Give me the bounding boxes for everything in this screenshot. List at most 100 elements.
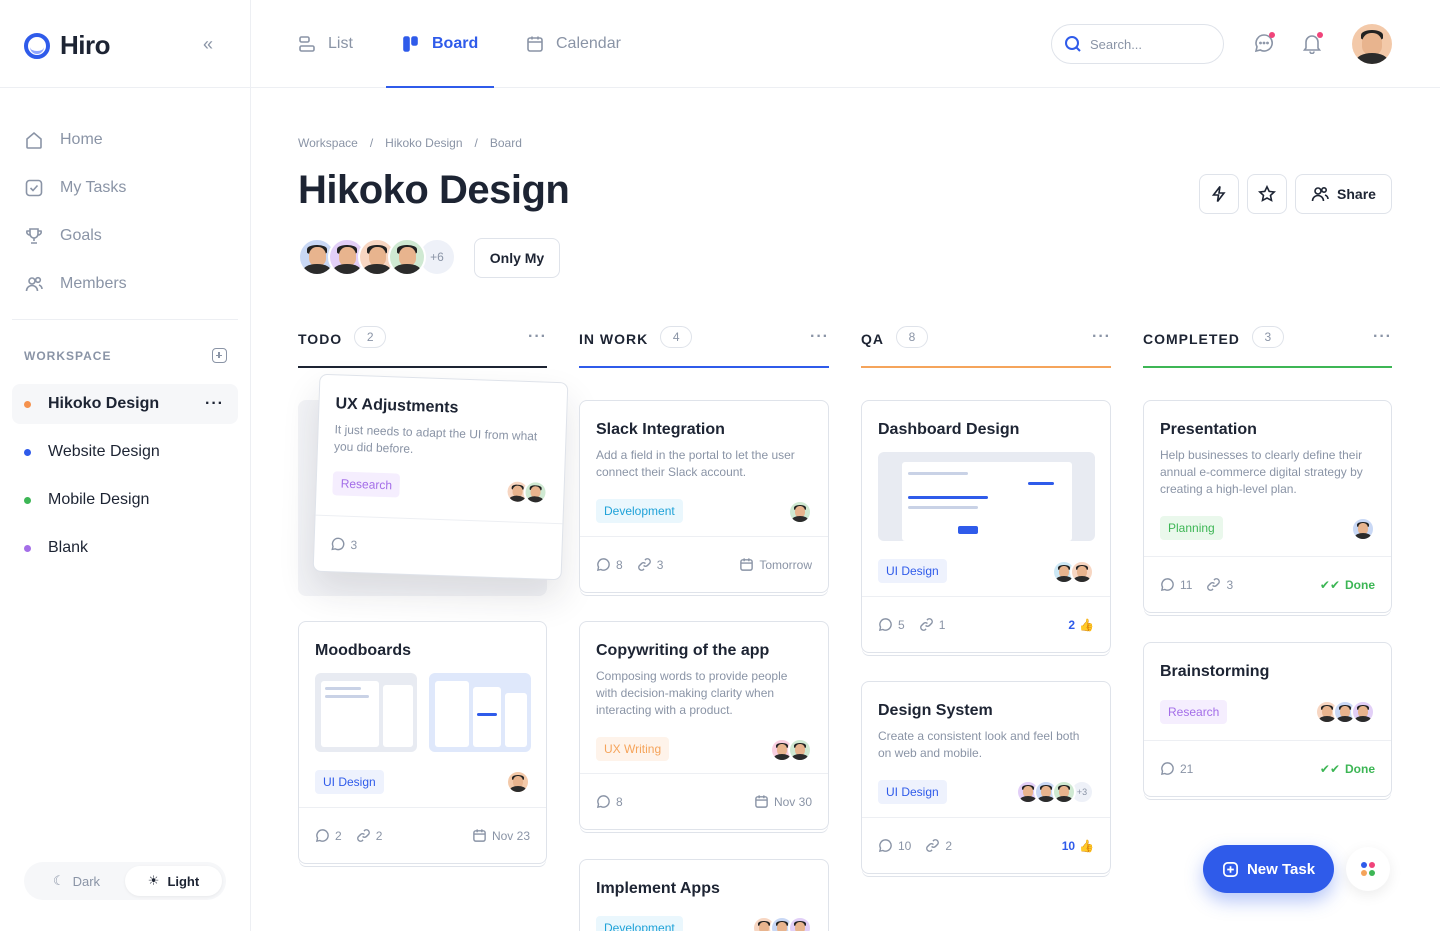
member-avatars[interactable]: +6 bbox=[298, 238, 456, 276]
nav-item-goals[interactable]: Goals bbox=[24, 212, 239, 260]
card-description: Create a consistent look and feel both o… bbox=[878, 729, 1080, 760]
task-card-copywriting[interactable]: Copywriting of the app Composing words t… bbox=[579, 621, 829, 830]
automation-button[interactable] bbox=[1199, 174, 1239, 214]
workspace-label: Hikoko Design bbox=[48, 395, 160, 412]
member-avatar bbox=[388, 238, 426, 276]
tab-calendar[interactable]: Calendar bbox=[526, 0, 621, 88]
column-header-todo: TODO 2 ··· bbox=[298, 326, 547, 368]
assignee-avatar bbox=[788, 500, 812, 524]
comments-count: 3 bbox=[330, 536, 358, 552]
card-description: Add a field in the portal to let the use… bbox=[596, 448, 795, 479]
only-my-filter-button[interactable]: Only My bbox=[474, 238, 560, 278]
more-options-icon[interactable]: ··· bbox=[528, 328, 547, 346]
more-options-icon[interactable]: ··· bbox=[205, 395, 224, 413]
task-card-ux-adjustments[interactable]: UX Adjustments It just needs to adapt th… bbox=[312, 373, 569, 581]
breadcrumb-hikoko-design[interactable]: Hikoko Design bbox=[385, 136, 462, 150]
user-avatar[interactable] bbox=[1352, 24, 1392, 64]
logo[interactable]: Hiro bbox=[24, 30, 111, 61]
theme-dark-option[interactable]: ☾ Dark bbox=[28, 866, 125, 896]
card-tag: Research bbox=[1160, 700, 1228, 724]
workspace-item-blank[interactable]: Blank bbox=[12, 528, 238, 568]
notifications-button[interactable] bbox=[1301, 32, 1323, 55]
theme-light-option[interactable]: ☀ Light bbox=[125, 866, 222, 896]
trophy-icon bbox=[26, 228, 42, 244]
apps-grid-icon[interactable] bbox=[1346, 847, 1390, 891]
card-title: Moodboards bbox=[315, 642, 411, 659]
notification-dot bbox=[1317, 32, 1323, 38]
assignee-avatar bbox=[1052, 780, 1076, 804]
messages-button[interactable] bbox=[1253, 32, 1275, 54]
likes-count[interactable]: 10 👍 bbox=[1062, 839, 1094, 853]
tab-board[interactable]: Board bbox=[385, 0, 495, 88]
task-card-moodboards[interactable]: Moodboards UI Design 2 2 Nov 23 bbox=[298, 621, 547, 864]
task-card-brainstorming[interactable]: Brainstorming Research 21 ✔✔ Done bbox=[1143, 642, 1392, 797]
task-card-presentation[interactable]: Presentation Help businesses to clearly … bbox=[1143, 400, 1392, 613]
nav-label: Goals bbox=[60, 227, 102, 244]
card-description: It just needs to adapt the UI from what … bbox=[333, 422, 538, 457]
link-icon bbox=[356, 829, 370, 842]
links-count: 1 bbox=[919, 617, 945, 632]
task-card-design-system[interactable]: Design System Create a consistent look a… bbox=[861, 681, 1111, 874]
card-footer: 21 ✔✔ Done bbox=[1144, 740, 1391, 796]
nav-item-members[interactable]: Members bbox=[24, 260, 239, 308]
links-count: 2 bbox=[356, 828, 382, 843]
workspace-dot bbox=[24, 448, 31, 456]
favorite-button[interactable] bbox=[1247, 174, 1287, 214]
logo-icon bbox=[24, 32, 50, 59]
breadcrumb-workspace[interactable]: Workspace bbox=[298, 136, 358, 150]
comment-icon bbox=[331, 537, 345, 551]
task-card-dashboard-design[interactable]: Dashboard Design UI Design 5 1 2 👍 bbox=[861, 400, 1111, 653]
card-tag: Research bbox=[332, 471, 401, 498]
checkbox-icon bbox=[25, 179, 43, 197]
task-card-implement-apps[interactable]: Implement Apps Development bbox=[579, 859, 829, 931]
comments-count: 10 bbox=[878, 838, 911, 853]
more-options-icon[interactable]: ··· bbox=[1092, 328, 1111, 346]
comment-icon bbox=[596, 795, 610, 809]
workspace-item-mobile-design[interactable]: Mobile Design bbox=[12, 480, 238, 520]
share-label: Share bbox=[1337, 186, 1376, 202]
new-task-button[interactable]: New Task bbox=[1203, 845, 1334, 893]
card-footer: 10 2 10 👍 bbox=[862, 817, 1110, 873]
workspace-dot bbox=[24, 544, 31, 552]
link-icon bbox=[919, 618, 933, 631]
more-options-icon[interactable]: ··· bbox=[810, 328, 829, 346]
card-assignees bbox=[506, 770, 530, 794]
divider bbox=[0, 87, 251, 88]
column-underline bbox=[298, 366, 547, 368]
card-title: Implement Apps bbox=[596, 880, 720, 897]
card-assignees bbox=[770, 738, 812, 762]
tab-label: List bbox=[328, 35, 353, 52]
task-card-slack-integration[interactable]: Slack Integration Add a field in the por… bbox=[579, 400, 829, 593]
search-box[interactable] bbox=[1051, 24, 1224, 64]
share-button[interactable]: Share bbox=[1295, 174, 1392, 214]
card-tag: Development bbox=[596, 916, 683, 931]
likes-count[interactable]: 2 👍 bbox=[1068, 618, 1094, 632]
status-done: ✔✔ Done bbox=[1319, 577, 1375, 592]
column-count: 8 bbox=[896, 326, 928, 348]
link-icon bbox=[926, 839, 940, 852]
card-footer: 11 3 ✔✔ Done bbox=[1144, 556, 1391, 612]
main-nav: Home My Tasks Goals Members bbox=[24, 116, 239, 308]
breadcrumb-separator: / bbox=[474, 136, 478, 150]
card-title: Copywriting of the app bbox=[596, 642, 770, 659]
due-date: Nov 30 bbox=[754, 794, 812, 809]
card-description: Help businesses to clearly define their … bbox=[1160, 448, 1363, 496]
collapse-sidebar-icon[interactable]: « bbox=[203, 34, 213, 55]
breadcrumb-board[interactable]: Board bbox=[490, 136, 522, 150]
workspace-label: Blank bbox=[48, 539, 89, 556]
more-options-icon[interactable]: ··· bbox=[1373, 328, 1392, 346]
workspace-item-hikoko-design[interactable]: Hikoko Design ··· bbox=[12, 384, 238, 424]
search-input[interactable] bbox=[1090, 36, 1210, 52]
nav-item-home[interactable]: Home bbox=[24, 116, 239, 164]
add-workspace-icon[interactable] bbox=[212, 348, 227, 363]
nav-item-my-tasks[interactable]: My Tasks bbox=[24, 164, 239, 212]
lightning-icon bbox=[1211, 186, 1226, 202]
top-bar: List Board Calendar bbox=[251, 0, 1440, 88]
workspace-item-website-design[interactable]: Website Design bbox=[12, 432, 238, 472]
comment-icon bbox=[596, 558, 610, 572]
tab-label: Calendar bbox=[556, 35, 621, 52]
comment-icon bbox=[878, 839, 892, 853]
tab-list[interactable]: List bbox=[298, 0, 353, 88]
comments-count: 8 bbox=[596, 557, 623, 572]
card-title: Slack Integration bbox=[596, 421, 725, 438]
